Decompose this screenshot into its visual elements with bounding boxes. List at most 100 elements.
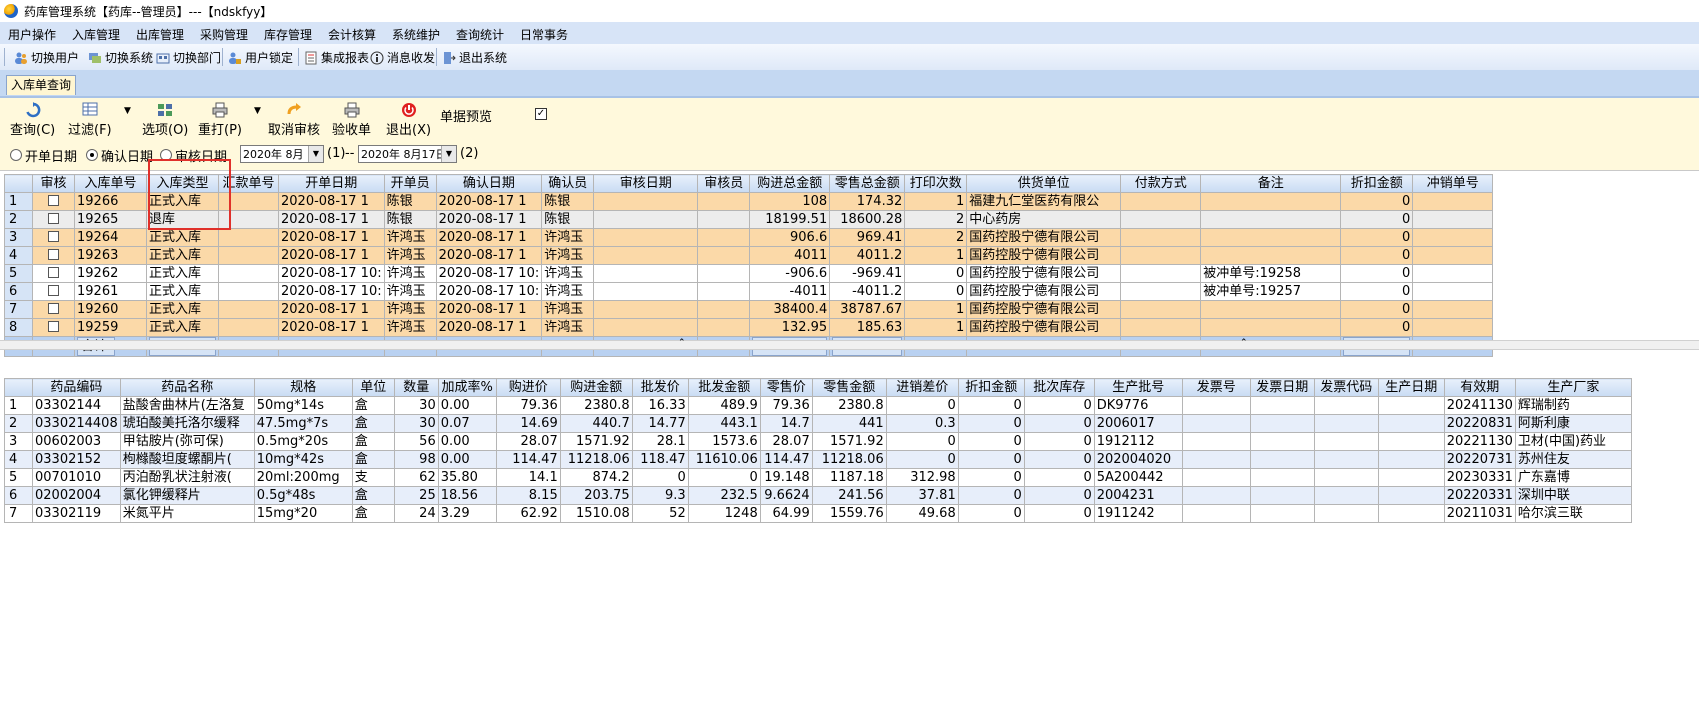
lower-col-header[interactable]: 药品编码 (32, 378, 121, 397)
upper-table-row[interactable]: 3 19264 正式入库 2020-08-17 1 许鸿玉 2020-08-17 1 许鸿玉… (4, 228, 1494, 247)
lower-col-header[interactable]: 生产厂家 (1514, 378, 1632, 397)
audit-checkbox-cell[interactable] (32, 318, 75, 337)
upper-table-row[interactable]: 6 19261 正式入库 2020-08-17 10: 许鸿玉 2020-08-17 10… (4, 282, 1494, 301)
date-to-picker[interactable]: 2020年 8月17日 ▼ (358, 145, 457, 163)
lower-col-header[interactable]: 生产批号 (1093, 378, 1183, 397)
lower-col-header[interactable]: 药品名称 (119, 378, 255, 397)
lower-col-header[interactable]: 折扣金额 (957, 378, 1025, 397)
reprint-dropdown-caret[interactable]: ▼ (254, 106, 261, 116)
lower-table-row[interactable]: 6 02002004 氯化钾缓释片 0.5g*48s 盒 25 18.56 8.15 203.7… (4, 486, 1632, 505)
lower-col-header[interactable]: 有效期 (1443, 378, 1516, 397)
upper-col-header[interactable]: 打印次数 (904, 174, 968, 193)
upper-table-row[interactable]: 8 19259 正式入库 2020-08-17 1 许鸿玉 2020-08-17 1 许鸿玉… (4, 318, 1494, 337)
report-button[interactable]: 集成报表 (304, 49, 369, 65)
audit-checkbox[interactable] (48, 213, 59, 224)
menu-purchase[interactable]: 采购管理 (200, 26, 248, 43)
lower-col-header[interactable]: 批次库存 (1023, 378, 1095, 397)
audit-checkbox-cell[interactable] (32, 210, 75, 229)
upper-col-header[interactable]: 开单员 (383, 174, 437, 193)
lower-col-header[interactable]: 批发金额 (687, 378, 761, 397)
menu-query-stats[interactable]: 查询统计 (456, 26, 504, 43)
lower-table-row[interactable]: 3 00602003 甲钴胺片(弥可保) 0.5mg*20s 盒 56 0.00 28.07 1… (4, 432, 1632, 451)
audit-checkbox-cell[interactable] (32, 246, 75, 265)
menu-outbound[interactable]: 出库管理 (136, 26, 184, 43)
upper-col-header[interactable]: 折扣金额 (1340, 174, 1414, 193)
preview-checkbox[interactable]: ✓ (535, 108, 547, 120)
cancel-audit-button[interactable]: 取消审核 (268, 102, 320, 138)
menu-daily[interactable]: 日常事务 (520, 26, 568, 43)
lower-table-row[interactable]: 5 00701010 丙泊酚乳状注射液(20ml:200mg 支 62 35.80 14.1… (4, 468, 1632, 487)
filter-button[interactable]: 过滤(F) (68, 102, 112, 138)
tab-inbound-query[interactable]: 入库单查询 (6, 75, 77, 95)
upper-col-header[interactable]: 零售总金额 (829, 174, 906, 193)
query-button[interactable]: 查询(C) (10, 102, 55, 138)
upper-col-header[interactable] (4, 174, 33, 193)
exit-button[interactable]: 退出(X) (386, 102, 431, 138)
upper-col-header[interactable]: 冲销单号 (1412, 174, 1494, 193)
upper-col-header[interactable]: 审核员 (697, 174, 751, 193)
pane-splitter[interactable]: ⌃ ⌃ (0, 338, 1699, 350)
upper-col-header[interactable]: 购进总金额 (749, 174, 831, 193)
lower-col-header[interactable]: 购进金额 (559, 378, 633, 397)
exit-system-button[interactable]: 退出系统 (442, 49, 507, 65)
audit-checkbox[interactable] (48, 249, 59, 260)
menu-user-ops[interactable]: 用户操作 (8, 26, 56, 43)
lock-user-button[interactable]: 用户锁定 (228, 49, 293, 65)
filter-dropdown-caret[interactable]: ▼ (124, 106, 131, 116)
lower-col-header[interactable]: 零售价 (759, 378, 813, 397)
audit-checkbox[interactable] (48, 321, 59, 332)
lower-col-header[interactable]: 发票号 (1181, 378, 1251, 397)
audit-checkbox-cell[interactable] (32, 282, 75, 301)
lower-col-header[interactable] (4, 378, 33, 397)
reprint-button[interactable]: 重打(P) (198, 102, 242, 138)
upper-col-header[interactable]: 审核日期 (593, 174, 699, 193)
check-receipt-button[interactable]: 验收单 (332, 102, 371, 138)
lower-col-header[interactable]: 发票代码 (1313, 378, 1379, 397)
menu-inventory[interactable]: 库存管理 (264, 26, 312, 43)
audit-checkbox-cell[interactable] (32, 228, 75, 247)
radio-open-date[interactable] (10, 149, 22, 161)
audit-checkbox[interactable] (48, 267, 59, 278)
audit-checkbox-cell[interactable] (32, 192, 75, 211)
lower-col-header[interactable]: 单位 (351, 378, 395, 397)
audit-checkbox-cell[interactable] (32, 264, 75, 283)
messages-button[interactable]: 消息收发 (370, 49, 435, 65)
menu-system[interactable]: 系统维护 (392, 26, 440, 43)
upper-col-header[interactable]: 付款方式 (1120, 174, 1202, 193)
radio-confirm-date[interactable] (86, 149, 98, 161)
lower-col-header[interactable]: 批发价 (631, 378, 689, 397)
switch-dept-button[interactable]: 切换部门 (156, 49, 221, 65)
upper-table-row[interactable]: 4 19263 正式入库 2020-08-17 1 许鸿玉 2020-08-17 1 许鸿玉… (4, 246, 1494, 265)
upper-table-row[interactable]: 7 19260 正式入库 2020-08-17 1 许鸿玉 2020-08-17 1 许鸿玉… (4, 300, 1494, 319)
lower-table-row[interactable]: 7 03302119 米氮平片 15mg*20 盒 24 3.29 62.92 1510.08 5… (4, 504, 1632, 523)
menu-accounting[interactable]: 会计核算 (328, 26, 376, 43)
upper-col-header[interactable]: 审核 (32, 174, 75, 193)
options-button[interactable]: 选项(O) (142, 102, 188, 138)
upper-col-header[interactable]: 备注 (1200, 174, 1342, 193)
lower-col-header[interactable]: 购进价 (495, 378, 561, 397)
audit-checkbox[interactable] (48, 195, 59, 206)
lower-col-header[interactable]: 加成率% (437, 378, 497, 397)
audit-checkbox[interactable] (48, 303, 59, 314)
date-from-picker[interactable]: 2020年 8月 ▼ (240, 145, 324, 163)
lower-col-header[interactable]: 生产日期 (1377, 378, 1445, 397)
lower-col-header[interactable]: 发票日期 (1249, 378, 1315, 397)
audit-checkbox[interactable] (48, 285, 59, 296)
lower-col-header[interactable]: 进销差价 (885, 378, 959, 397)
lower-table-row[interactable]: 1 03302144 盐酸舍曲林片(左洛复 50mg*14s 盒 30 0.00 79.36 2… (4, 396, 1632, 415)
upper-col-header[interactable]: 确认日期 (435, 174, 543, 193)
upper-col-header[interactable]: 开单日期 (278, 174, 385, 193)
upper-col-header[interactable]: 供货单位 (966, 174, 1122, 193)
audit-checkbox[interactable] (48, 231, 59, 242)
audit-checkbox-cell[interactable] (32, 300, 75, 319)
upper-col-header[interactable]: 入库单号 (74, 174, 147, 193)
upper-table-row[interactable]: 5 19262 正式入库 2020-08-17 10: 许鸿玉 2020-08-17 10… (4, 264, 1494, 283)
lower-col-header[interactable]: 数量 (393, 378, 439, 397)
menu-inbound[interactable]: 入库管理 (72, 26, 120, 43)
lower-table-row[interactable]: 2 0330214408 琥珀酸美托洛尔缓释 47.5mg*7s 盒 30 0.07 14.6… (4, 414, 1632, 433)
switch-user-button[interactable]: 切换用户 (14, 49, 79, 65)
switch-system-button[interactable]: 切换系统 (88, 49, 153, 65)
upper-col-header[interactable]: 确认员 (541, 174, 595, 193)
lower-col-header[interactable]: 零售金额 (811, 378, 887, 397)
lower-table-row[interactable]: 4 03302152 枸橼酸坦度螺酮片(10mg*42s 盒 98 0.00 114.47 1… (4, 450, 1632, 469)
